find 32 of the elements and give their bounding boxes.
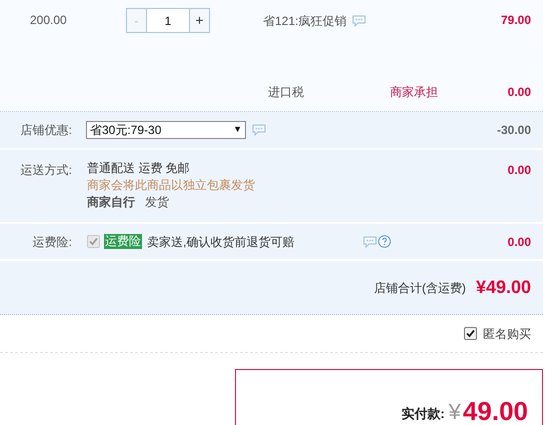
tax-label: 进口税 — [268, 84, 304, 100]
store-discount-label: 店铺优惠: — [20, 122, 72, 139]
insurance-label: 运费险: — [32, 234, 72, 250]
increase-button[interactable]: + — [189, 8, 210, 33]
tax-bearer: 商家承担 — [390, 84, 438, 100]
coupon-select[interactable]: 省30元:79-30 ▼ — [86, 121, 246, 139]
discount-amount: -30.00 — [496, 122, 531, 139]
anonymous-label: 匿名购买 — [483, 326, 531, 342]
chat-icon[interactable] — [352, 15, 366, 27]
payment-label: 实付款: — [401, 404, 445, 422]
chat-icon[interactable] — [363, 236, 378, 248]
store-total-label: 店铺合计(含运费) — [374, 280, 466, 296]
promotion-text: 省121:疯狂促销 — [263, 13, 346, 30]
shipping-amount: 0.00 — [508, 162, 531, 179]
checkbox[interactable] — [464, 327, 477, 340]
shipping-note: 商家会将此商品以独立包裹发货 — [87, 178, 255, 193]
currency-symbol: ¥ — [448, 399, 461, 425]
insurance-tag: 运费险 — [104, 234, 142, 249]
insurance-description: 卖家送,确认收货前退货可赔 — [147, 234, 294, 250]
dispatch-text: 发货 — [145, 195, 169, 210]
insurance-amount: 0.00 — [508, 234, 531, 250]
store-total-amount: ¥49.00 — [476, 276, 531, 299]
unit-price: 200.00 — [30, 12, 68, 29]
tax-amount: 0.00 — [508, 84, 531, 100]
shipping-label: 运送方式: — [20, 162, 72, 179]
chat-icon[interactable] — [252, 124, 266, 136]
shipping-method: 普通配送 运费 免邮 — [87, 161, 191, 176]
carrier-text: 商家自行 — [87, 195, 135, 210]
quantity-field[interactable]: 1 — [147, 8, 189, 33]
item-total: 79.00 — [500, 12, 531, 29]
help-icon[interactable] — [378, 235, 392, 248]
payment-amount: 49.00 — [462, 397, 528, 425]
